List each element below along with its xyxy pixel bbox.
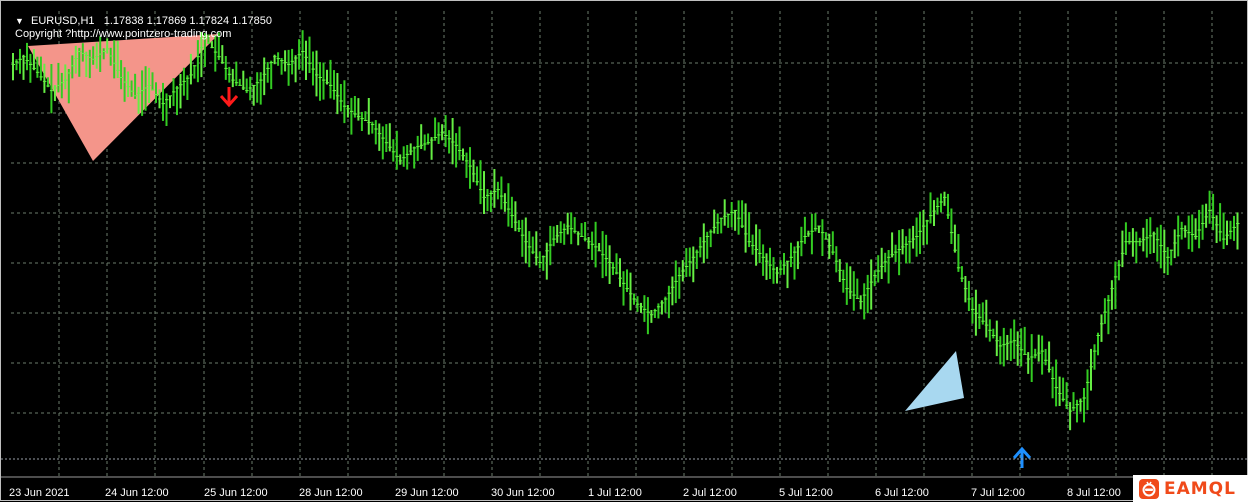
buy-pattern-triangle	[905, 351, 964, 411]
time-axis-label: 29 Jun 12:00	[395, 487, 459, 499]
low-price: 1.17824	[189, 15, 230, 27]
high-price: 1.17869	[146, 15, 187, 27]
time-axis-label: 7 Jul 12:00	[971, 487, 1025, 499]
time-axis-label: 25 Jun 12:00	[204, 487, 268, 499]
time-axis-label: 8 Jul 12:00	[1067, 487, 1121, 499]
logo-icon	[1139, 478, 1159, 499]
chart-window[interactable]: ▼ EURUSD,H1 1.17838 1.17869 1.17824 1.17…	[0, 0, 1248, 502]
time-axis-label: 5 Jul 12:00	[779, 487, 833, 499]
eamql-logo: EAMQL	[1133, 475, 1248, 502]
close-price: 1.17850	[232, 15, 272, 27]
time-axis-label: 24 Jun 12:00	[105, 487, 169, 499]
time-axis-label: 23 Jun 2021	[9, 487, 70, 499]
open-price: 1.17838	[103, 15, 144, 27]
time-axis-label: 2 Jul 12:00	[683, 487, 737, 499]
sell-pattern-triangle	[28, 34, 219, 161]
logo-text: EAMQL	[1164, 478, 1236, 499]
copyright-text: Copyright ?http://www.pointzero-trading.…	[15, 28, 232, 40]
chart-header: ▼ EURUSD,H1 1.17838 1.17869 1.17824 1.17…	[15, 15, 272, 27]
time-axis-label: 1 Jul 12:00	[588, 487, 642, 499]
time-axis-label: 28 Jun 12:00	[299, 487, 363, 499]
symbol-label: EURUSD,H1	[30, 15, 95, 27]
sell-arrow-icon	[219, 87, 239, 108]
time-axis-label: 6 Jul 12:00	[875, 487, 929, 499]
time-axis-label: 30 Jun 12:00	[491, 487, 555, 499]
price-chart[interactable]	[1, 1, 1248, 502]
dropdown-triangle-icon[interactable]: ▼	[15, 16, 24, 26]
chart-grid	[11, 11, 1243, 477]
price-bars	[11, 30, 1240, 431]
